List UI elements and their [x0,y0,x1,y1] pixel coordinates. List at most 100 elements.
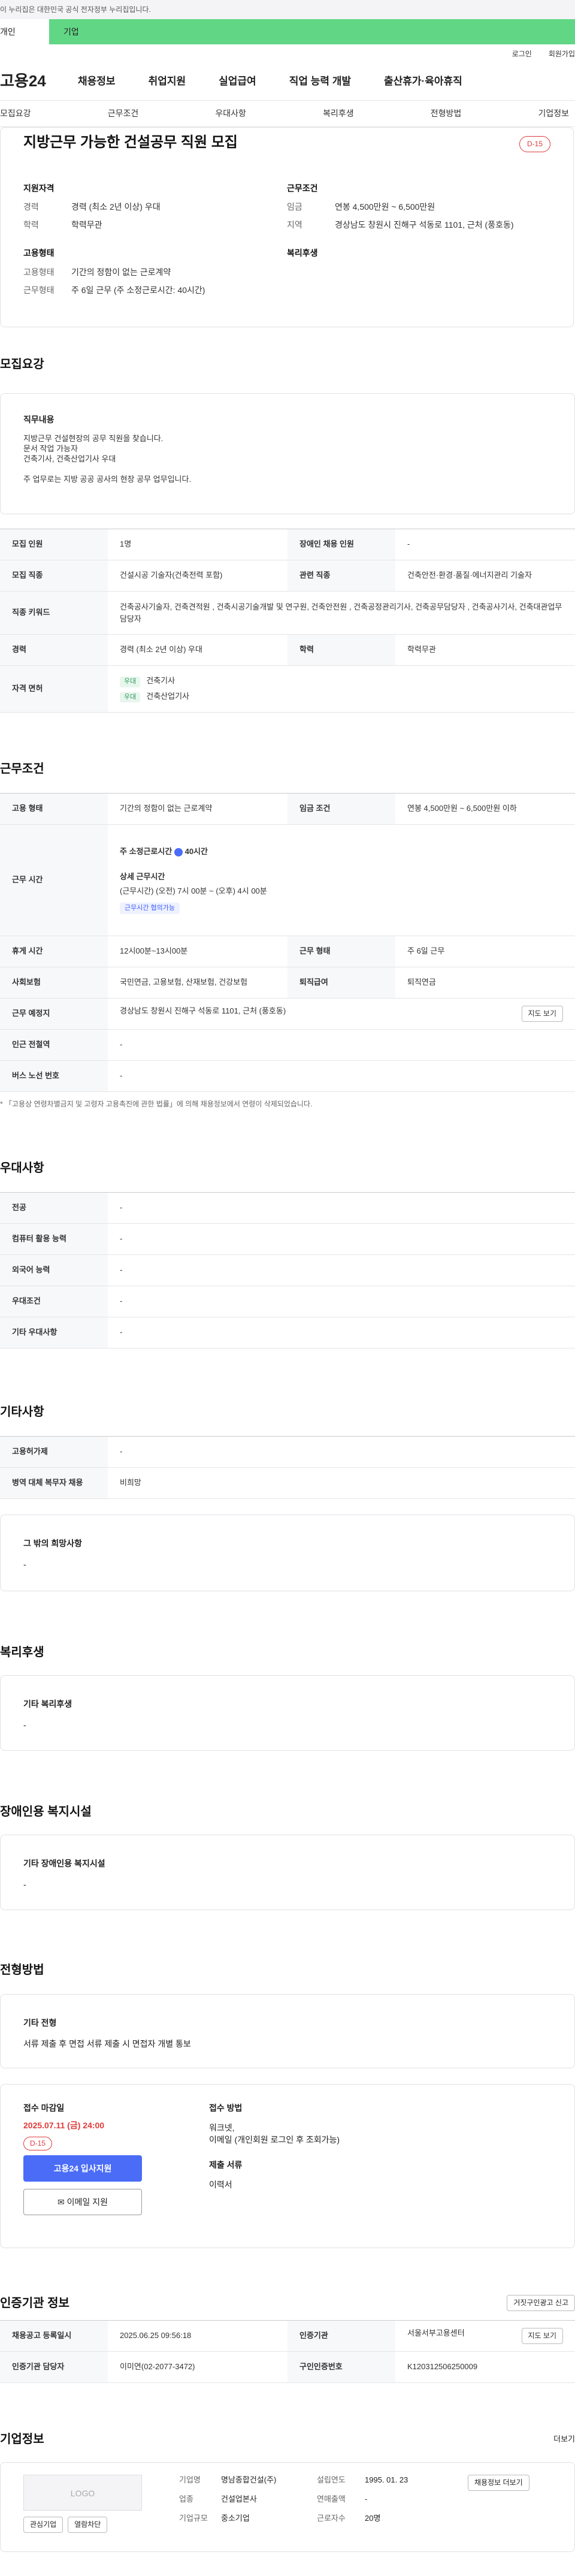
email-apply-button[interactable]: ✉ 이메일 지원 [23,2188,142,2215]
education-value: 학력무관 [71,219,102,230]
tab-company[interactable]: 기업정보 [538,108,569,120]
login-link[interactable]: 로그인 [512,49,532,62]
jobs-more-button[interactable]: 채용정보 더보기 [468,2474,529,2491]
report-button[interactable]: 거짓구인광고 신고 [507,2295,575,2312]
etc-value: - [108,1436,575,1468]
cert-no-value: K120312506250009 [395,2351,575,2383]
welfare-value: - [23,1720,26,1730]
block-button[interactable]: 열람차단 [68,2516,108,2533]
more-link[interactable]: 더보기 [553,2434,575,2445]
disability-box: 기타 장애인용 복지시설 - [0,1834,575,1910]
est-label: 설립연도 [317,2475,346,2484]
work-title: 근무조건 [0,762,44,776]
preferred-badge: 우대 [120,677,141,687]
disability-value: - [23,1880,26,1890]
license-item: 건축산업기사 [146,691,190,701]
duty-line: 문서 작업 가능자 [23,444,78,453]
etc-label: 병역 대체 복무자 채용 [0,1467,108,1499]
method-heading: 접수 방법 [209,2103,243,2113]
edu-value: 학력무관 [395,634,575,666]
pref-table: 전공 - 컴퓨터 활용 능력 - 외국어 능력 - 우대조건 - 기타 우대사항 - [0,1192,575,1349]
gnb-item-training[interactable]: 직업 능력 개발 [289,74,351,89]
name-value: 명남종합건설(주) [221,2475,277,2484]
section-tabs: 모집요강 근무조건 우대사항 복리후생 전형방법 기업정보 [0,101,575,127]
industry-label: 업종 [179,2494,193,2503]
weekly-hours-label: 주 소정근로시간 [120,847,172,856]
welfare-heading2: 기타 복리후생 [23,1699,72,1709]
site-logo[interactable]: 고용24 [0,70,66,92]
disability-heading: 기타 장애인용 복지시설 [23,1858,105,1868]
company-title: 기업정보 [0,2432,44,2446]
info-icon [174,847,183,856]
signup-link[interactable]: 회원가입 [549,49,575,62]
process-title: 전형방법 [0,1963,44,1977]
work-time-label: 근무 시간 [0,824,108,936]
name-label: 기업명 [179,2475,201,2484]
deadline-heading: 접수 마감일 [23,2103,65,2113]
docs-value: 이력서 [209,2180,232,2190]
pref-value: - [108,1286,575,1317]
duty-line: 주 업무로는 지방 공공 공사의 현장 공무 업무입니다. [23,474,192,484]
etc-value: 비희망 [108,1467,575,1499]
place-value: 경상남도 창원시 진해구 석동로 1101, 근처 (풍호동) [120,1006,286,1016]
etc-section: 기타사항 고용허가제 - 병역 대체 복무자 채용 비희망 그 밖의 희망사항 - [0,1404,575,1591]
duty-box: 직무내용 지방근무 건설현장의 공무 직원을 찾습니다. 문서 작업 가능자 건… [0,393,575,514]
role-company-tab[interactable]: 기업 [49,19,575,44]
age-note: * 「고용상 연령차별금지 및 고령자 고용촉진에 관한 법률」에 의해 채용정… [0,1100,313,1108]
career-value: 경력 (최소 2년 이상) 우대 [71,202,161,212]
map-button[interactable]: 지도 보기 [521,1006,563,1022]
tab-preferences[interactable]: 우대사항 [215,108,246,120]
etc-table: 고용허가제 - 병역 대체 복무자 채용 비희망 [0,1435,575,1499]
process-heading: 기타 전형 [23,2017,57,2028]
recruit-section: 모집요강 직무내용 지방근무 건설현장의 공무 직원을 찾습니다. 문서 작업 … [0,356,575,713]
area-value: 경상남도 창원시 진해구 석동로 1101, 근처 (풍호동) [335,219,514,230]
pref-value: - [108,1254,575,1286]
duty-heading: 직무내용 [23,415,55,424]
insurance-label: 사회보험 [0,967,108,999]
worktype-label: 근무형태 [23,285,55,295]
gnb-item-parental-leave[interactable]: 출산휴가·육아휴직 [384,74,462,89]
emp-type-label: 고용 형태 [0,793,108,825]
experience-label: 경력 [0,634,108,666]
pref-label: 기타 우대사항 [0,1317,108,1349]
worktype-value: 주 6일 근무 (주 소정근로시간: 40시간) [71,285,205,295]
gnb-item-unemployment[interactable]: 실업급여 [219,74,256,89]
count-label: 모집 인원 [0,529,108,560]
recruit-table: 모집 인원 1명 장애인 채용 인원 - 모집 직종 건설시공 기술자(건축전력 포함)… [0,529,575,713]
size-value: 중소기업 [221,2514,250,2523]
emp-type-value: 기간의 정함이 없는 근로계약 [108,793,288,825]
method-value: 워크넷, [209,2123,235,2133]
employment-heading: 고용형태 [23,248,55,258]
disabled-label: 장애인 채용 인원 [288,529,395,560]
conditions-heading: 근무조건 [287,183,318,193]
role-personal-tab[interactable]: 개인 [0,19,49,44]
utility-nav: 로그인 회원가입 [0,44,575,62]
sales-value: - [365,2494,368,2503]
detail-hours-heading: 상세 근무시간 [120,872,165,882]
bus-value: - [108,1060,575,1092]
apply-button[interactable]: 고용24 입사지원 [23,2155,142,2182]
process-box: 기타 전형 서류 제출 후 면접 서류 제출 시 면접자 개별 통보 [0,1993,575,2068]
job-value: 건설시공 기술자(건축전력 포함) [108,560,288,592]
disability-title: 장애인용 복지시설 [0,1805,92,1818]
role-switch: 개인 기업 [0,19,575,44]
tab-process[interactable]: 전형방법 [431,108,462,120]
career-label: 경력 [23,202,39,212]
etc-title: 기타사항 [0,1405,44,1419]
subway-label: 인근 전철역 [0,1029,108,1061]
org-label: 인증기관 [288,2320,395,2352]
gnb-item-employment-support[interactable]: 취업지원 [149,74,186,89]
agency-map-button[interactable]: 지도 보기 [521,2327,563,2344]
tab-conditions[interactable]: 근무조건 [108,108,139,120]
cert-no-label: 구인인증번호 [288,2351,395,2383]
gnb-item-jobs[interactable]: 채용정보 [78,74,116,89]
etc-label: 고용허가제 [0,1436,108,1468]
job-label: 모집 직종 [0,560,108,592]
agency-section: 인증기관 정보 거짓구인광고 신고 채용공고 등록일시 2025.06.25 09… [0,2295,575,2383]
mail-icon: ✉ [58,2197,67,2207]
company-box: LOGO 관심기업 열람차단 기업명 명남종합건설(주) 설립연도 1995. 01.… [0,2462,575,2552]
favorite-button[interactable]: 관심기업 [23,2516,63,2533]
deadline-dday: D-15 [23,2136,53,2150]
tab-welfare[interactable]: 복리후생 [323,108,354,120]
tab-recruit[interactable]: 모집요강 [0,108,31,120]
